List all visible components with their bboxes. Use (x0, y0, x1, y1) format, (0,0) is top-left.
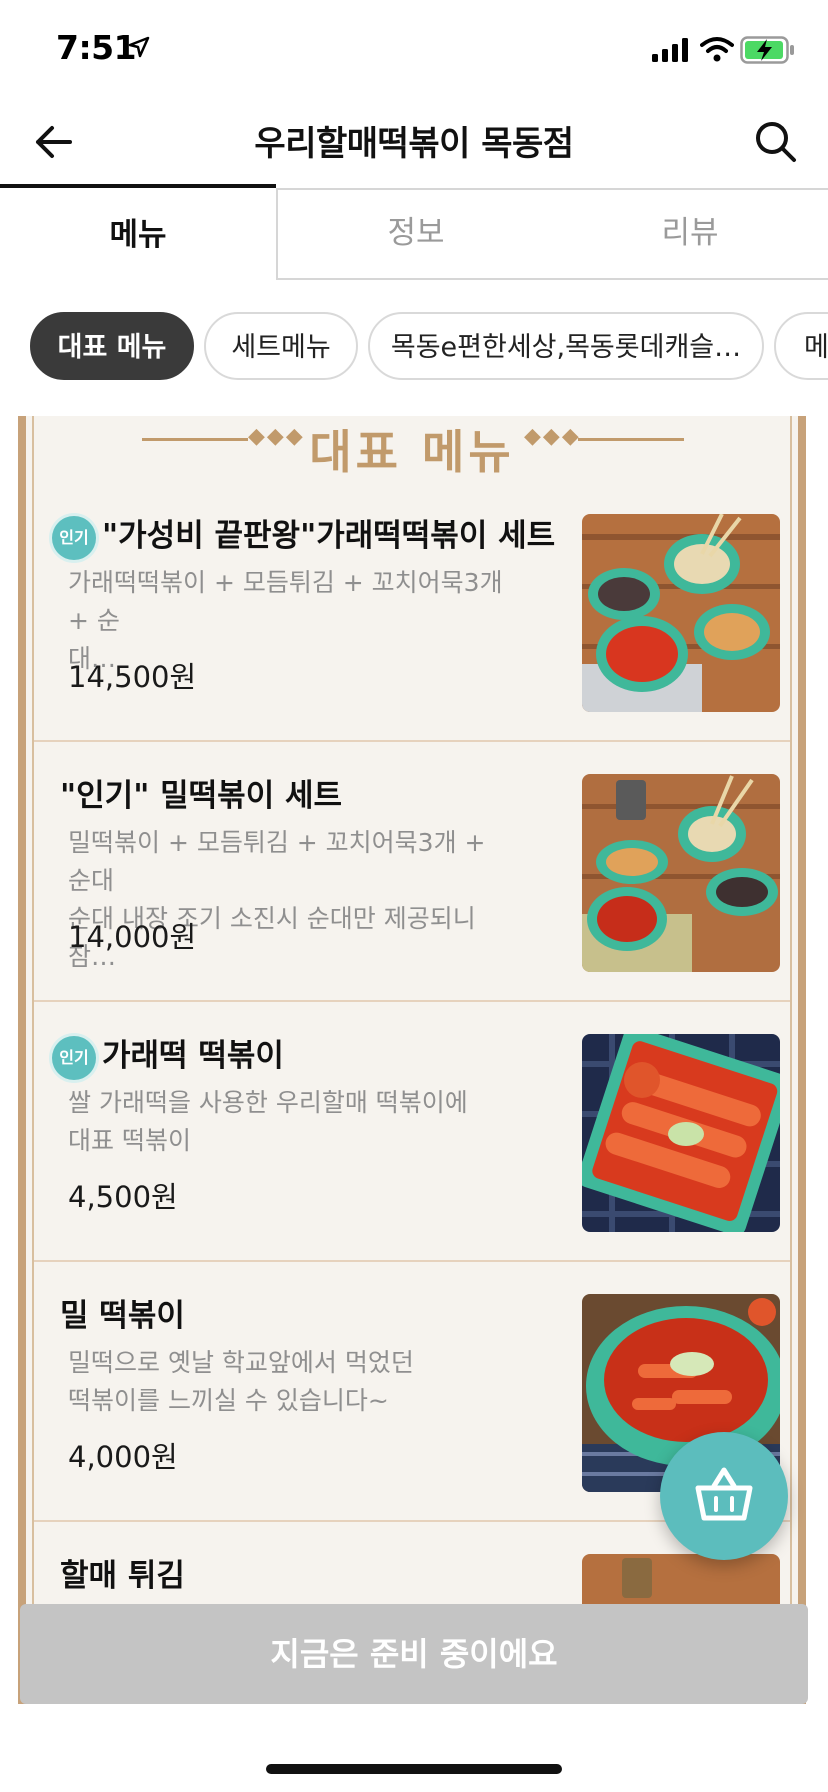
popular-badge: 인기 (52, 515, 96, 560)
menu-item-description: 밀떡으로 옛날 학교앞에서 먹었던 떡볶이를 느끼실 수 있습니다~ (68, 1348, 414, 1415)
chip-delivery-area[interactable]: 목동e편한세상,목동롯데캐슬… (368, 312, 764, 380)
menu-item-name-row: 인기 가래떡 떡볶이 (52, 1030, 500, 1080)
back-arrow-icon[interactable] (30, 118, 78, 166)
menu-item-name-row: 밀 떡볶이 (60, 1290, 500, 1335)
bottom-safe-area (0, 1704, 828, 1792)
menu-item-name: "인기" 밀떡볶이 세트 (60, 778, 343, 814)
menu-item-price: 4,500원 (68, 1180, 178, 1214)
tab-info[interactable]: 정보 (276, 188, 554, 280)
menu-item-name: 가래떡 떡볶이 (102, 1038, 284, 1074)
popular-badge: 인기 (52, 1035, 96, 1080)
menu-item-name-row: "인기" 밀떡볶이 세트 (60, 770, 500, 815)
store-title: 우리할매떡볶이 목동점 (254, 124, 574, 164)
search-icon[interactable] (752, 118, 800, 166)
board-inner-border (790, 416, 792, 1726)
menu-item[interactable]: 인기 가래떡 떡볶이 쌀 가래떡을 사용한 우리할매 떡볶이에 대표 떡볶이 4,… (34, 1002, 790, 1262)
tab-menu[interactable]: 메뉴 (0, 184, 276, 282)
menu-item-name: 밀 떡볶이 (60, 1298, 185, 1334)
title-ornament-diamonds: ◆◆◆ (524, 424, 581, 449)
status-time: 7:51 (56, 28, 137, 67)
cart-button[interactable] (660, 1432, 788, 1560)
food-photo (582, 514, 780, 712)
menu-item[interactable]: "인기" 밀떡볶이 세트 밀떡볶이 + 모듬튀김 + 꼬치어묵3개 + 순대 순… (34, 742, 790, 1002)
chip-set-menu[interactable]: 세트메뉴 (204, 312, 358, 380)
status-bar: 7:51 (0, 0, 828, 100)
title-ornament-line (578, 438, 684, 441)
menu-item-price: 14,000원 (68, 920, 197, 954)
menu-item-name: 할매 튀김 (60, 1558, 185, 1594)
chip-more[interactable]: 메 (774, 312, 828, 380)
order-unavailable-button[interactable]: 지금은 준비 중이에요 (20, 1604, 808, 1704)
store-tabs: 메뉴 정보 리뷰 (0, 184, 828, 282)
tab-review[interactable]: 리뷰 (552, 188, 828, 280)
menu-item-name: "가성비 끝판왕"가래떡떡볶이 세트 (102, 518, 556, 554)
home-indicator (266, 1764, 562, 1774)
menu-item-name-row: 할매 튀김 (60, 1550, 500, 1595)
food-photo (582, 1034, 780, 1232)
location-arrow-icon (128, 36, 150, 58)
menu-item-price: 14,500원 (68, 660, 197, 694)
cellular-signal-icon (652, 38, 688, 62)
menu-item-price: 4,000원 (68, 1440, 178, 1474)
menu-item[interactable]: 인기 "가성비 끝판왕"가래떡떡볶이 세트 가래떡떡볶이 + 모듬튀김 + 꼬치어… (34, 482, 790, 742)
shopping-basket-icon (695, 1467, 753, 1521)
board-title: 대표 메뉴 (309, 425, 515, 479)
board-header: ◆◆◆ 대표 메뉴 ◆◆◆ (26, 416, 798, 479)
top-header: 우리할매떡볶이 목동점 (0, 100, 828, 184)
food-photo (582, 774, 780, 972)
category-chips: 대표 메뉴 세트메뉴 목동e편한세상,목동롯데캐슬… 메 (0, 312, 828, 386)
battery-charging-icon (740, 36, 794, 64)
chip-signature-menu[interactable]: 대표 메뉴 (30, 312, 194, 380)
wifi-icon (700, 37, 734, 62)
menu-item-name-row: 인기 "가성비 끝판왕"가래떡떡볶이 세트 (52, 510, 555, 560)
menu-item-description: 쌀 가래떡을 사용한 우리할매 떡볶이에 대표 떡볶이 (68, 1088, 468, 1155)
